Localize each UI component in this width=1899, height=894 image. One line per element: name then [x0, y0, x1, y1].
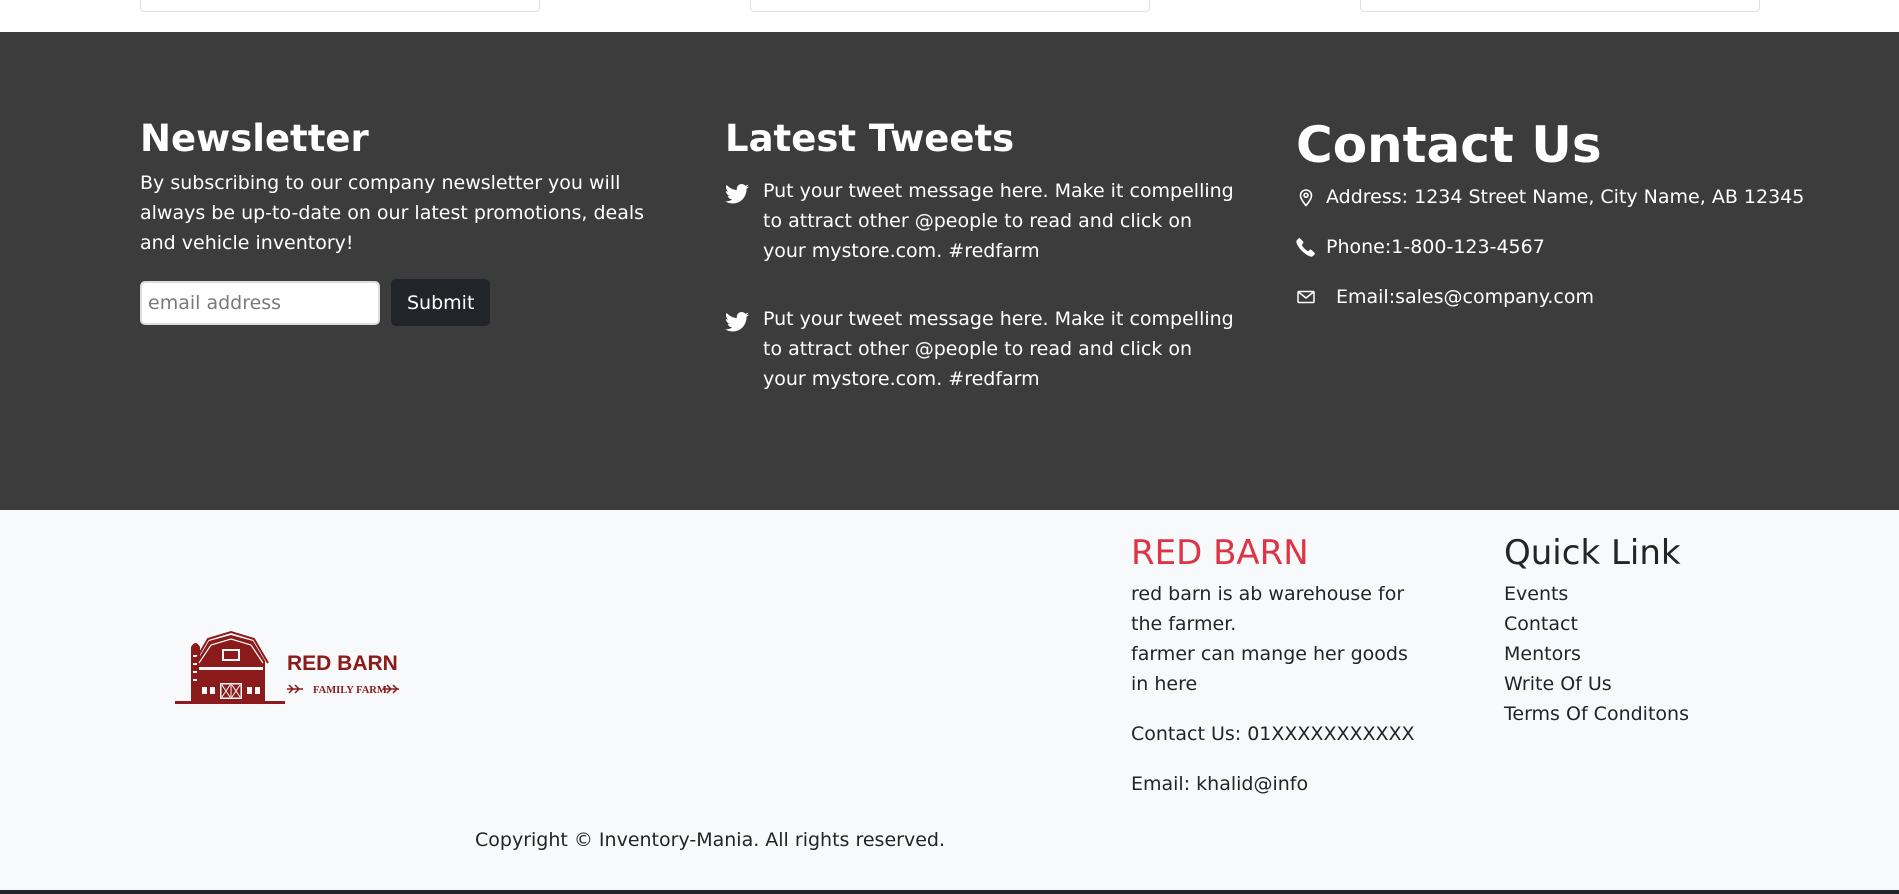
- contact-address: Address: 1234 Street Name, City Name, AB…: [1296, 182, 1816, 212]
- contact-address-text: Address: 1234 Street Name, City Name, AB…: [1326, 186, 1805, 208]
- quick-link-terms[interactable]: Terms Of Conditons: [1504, 699, 1804, 729]
- top-strip: [0, 0, 1899, 32]
- red-barn-contact: Contact Us: 01XXXXXXXXXXX: [1131, 723, 1415, 745]
- footer-bottom: RED BARN FAMILY FARM RED BARN red barn i…: [0, 510, 1899, 891]
- bottom-border: [0, 890, 1899, 894]
- quick-link-list: Events Contact Mentors Write Of Us Terms…: [1504, 579, 1804, 729]
- quick-link-title: Quick Link: [1504, 533, 1681, 573]
- newsletter-section: Newsletter By subscribing to our company…: [140, 116, 660, 326]
- tweet-text: Put your tweet message here. Make it com…: [763, 180, 1234, 262]
- red-barn-logo: RED BARN FAMILY FARM: [175, 630, 399, 704]
- logo-title: RED BARN: [287, 652, 398, 675]
- envelope-icon: [1297, 290, 1315, 304]
- tweets-title: Latest Tweets: [725, 117, 1015, 160]
- tweet-text: Put your tweet message here. Make it com…: [763, 308, 1234, 390]
- contact-phone: Phone:1-800-123-4567: [1296, 232, 1816, 262]
- red-barn-title: RED BARN: [1131, 533, 1309, 573]
- contact-title: Contact Us: [1296, 116, 1602, 174]
- contact-section: Contact Us Address: 1234 Street Name, Ci…: [1296, 116, 1816, 312]
- quick-link-events[interactable]: Events: [1504, 579, 1804, 609]
- phone-icon: [1296, 238, 1315, 257]
- quick-link-section: Quick Link Events Contact Mentors Write …: [1504, 530, 1804, 729]
- contact-email-text: Email:sales@company.com: [1336, 286, 1595, 308]
- newsletter-title: Newsletter: [140, 117, 369, 160]
- quick-link-write-of-us[interactable]: Write Of Us: [1504, 669, 1804, 699]
- submit-button[interactable]: Submit: [391, 279, 491, 326]
- copyright-text: Copyright © Inventory-Mania. All rights …: [475, 829, 945, 851]
- newsletter-text: By subscribing to our company newsletter…: [140, 172, 645, 254]
- red-barn-description: red barn is ab warehouse for the farmer.: [1131, 583, 1405, 635]
- tweet-item: Put your tweet message here. Make it com…: [725, 176, 1235, 266]
- newsletter-form: Submit: [140, 279, 660, 326]
- tweet-item: Put your tweet message here. Make it com…: [725, 304, 1235, 394]
- quick-link-mentors[interactable]: Mentors: [1504, 639, 1804, 669]
- twitter-icon: [725, 184, 749, 204]
- logo-subtitle: FAMILY FARM: [313, 685, 387, 696]
- email-input[interactable]: [140, 280, 380, 325]
- contact-phone-text: Phone:1-800-123-4567: [1326, 236, 1545, 258]
- card-bottom-edge: [1360, 0, 1760, 12]
- tweets-section: Latest Tweets Put your tweet message her…: [725, 116, 1235, 394]
- card-bottom-edge: [140, 0, 540, 12]
- red-barn-email: Email: khalid@info: [1131, 773, 1309, 795]
- red-barn-section: RED BARN red barn is ab warehouse for th…: [1131, 530, 1421, 799]
- card-bottom-edge: [750, 0, 1150, 12]
- footer-top: Newsletter By subscribing to our company…: [0, 32, 1899, 510]
- quick-link-contact[interactable]: Contact: [1504, 609, 1804, 639]
- contact-email: Email:sales@company.com: [1296, 282, 1816, 312]
- twitter-icon: [725, 312, 749, 332]
- red-barn-description: farmer can mange her goods in here: [1131, 643, 1408, 695]
- location-pin-icon: [1299, 189, 1313, 207]
